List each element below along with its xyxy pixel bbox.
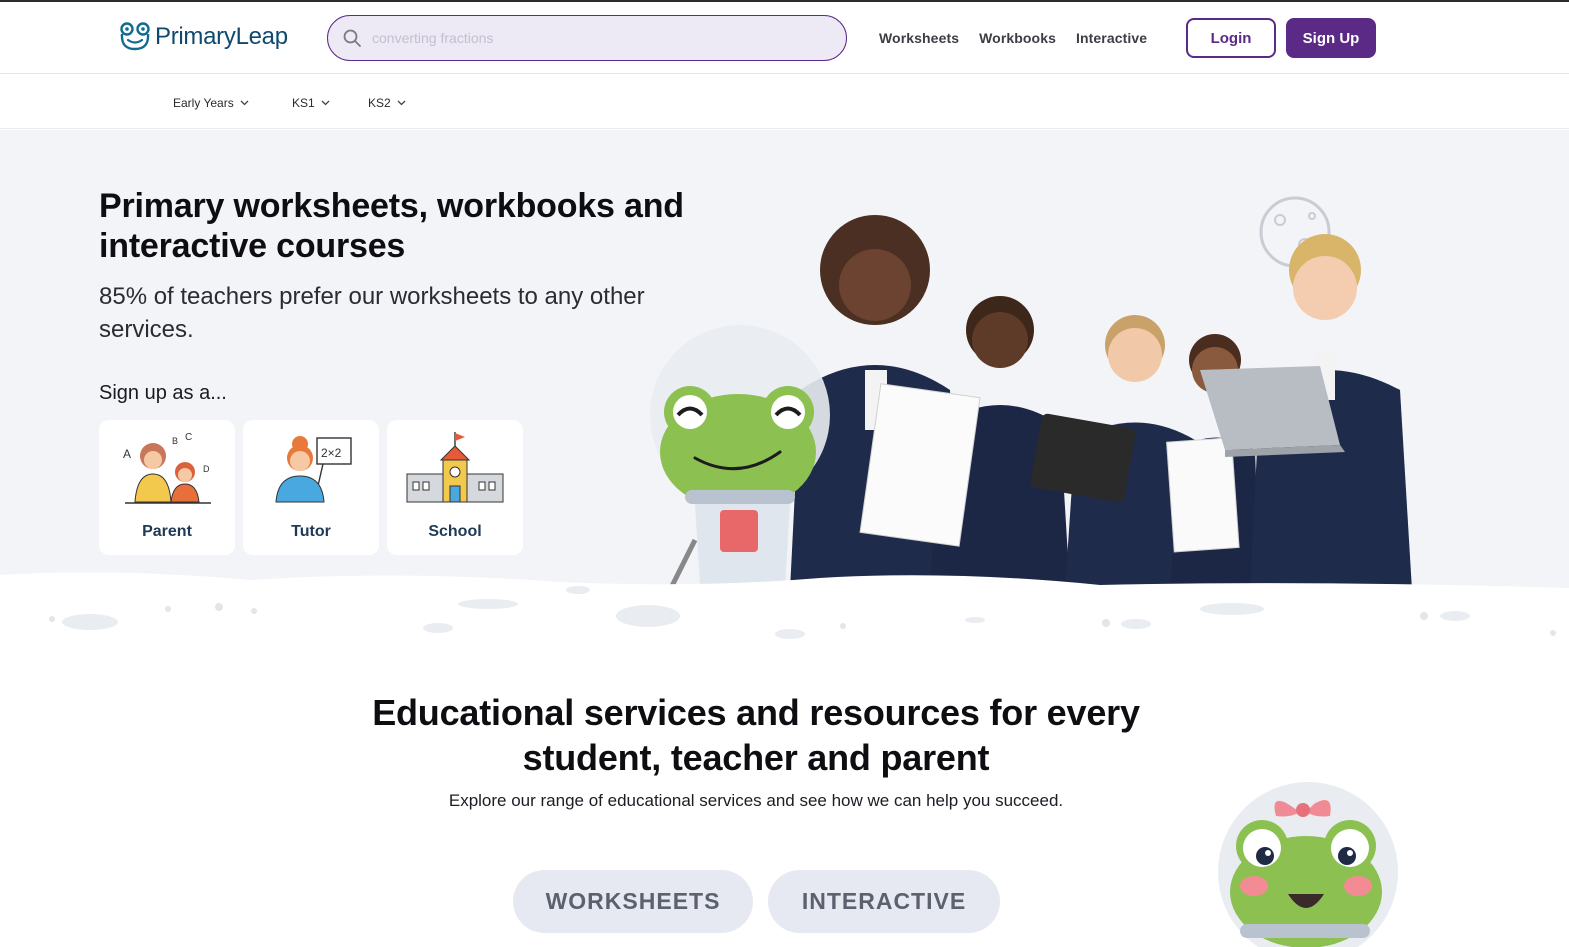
- signup-card-tutor[interactable]: 2×2 Tutor: [243, 420, 379, 555]
- subnav-label: KS2: [368, 96, 391, 110]
- tutor-icon: 2×2: [275, 436, 352, 503]
- subnav-label: Early Years: [173, 96, 234, 110]
- chevron-down-icon: [240, 100, 249, 106]
- svg-text:2×2: 2×2: [321, 446, 342, 460]
- site-header: PrimaryLeap Worksheets Workbooks Interac…: [0, 2, 1569, 74]
- signup-button[interactable]: Sign Up: [1286, 18, 1376, 58]
- svg-text:D: D: [203, 464, 210, 474]
- main-nav: Worksheets Workbooks Interactive: [879, 30, 1147, 46]
- chevron-down-icon: [321, 100, 330, 106]
- card-label: School: [428, 523, 482, 540]
- card-label: Parent: [142, 523, 192, 540]
- signup-card-parent[interactable]: A B C D Parent: [99, 420, 235, 555]
- hero-title: Primary worksheets, workbooks and intera…: [99, 187, 684, 265]
- svg-text:C: C: [185, 432, 192, 443]
- hero-subtitle: 85% of teachers prefer our worksheets to…: [99, 283, 645, 343]
- nav-worksheets[interactable]: Worksheets: [879, 30, 959, 46]
- subnav-early-years[interactable]: Early Years: [173, 96, 249, 110]
- login-button[interactable]: Login: [1186, 18, 1276, 58]
- subnav-ks1[interactable]: KS1: [292, 96, 330, 110]
- search-input[interactable]: [372, 30, 812, 46]
- svg-text:A: A: [123, 447, 131, 461]
- search-bar[interactable]: [327, 15, 847, 61]
- key-stage-nav: Early Years KS1 KS2: [0, 75, 1569, 129]
- school-icon: [406, 432, 504, 503]
- nav-workbooks[interactable]: Workbooks: [979, 30, 1056, 46]
- logo[interactable]: PrimaryLeap: [119, 22, 288, 52]
- services-title: Educational services and resources for e…: [372, 692, 1140, 778]
- card-label: Tutor: [291, 523, 331, 540]
- signup-card-school[interactable]: School: [387, 420, 523, 555]
- svg-text:B: B: [172, 436, 178, 446]
- signup-cards: A B C D Parent 2×2 Tutor School: [99, 420, 523, 555]
- subnav-ks2[interactable]: KS2: [368, 96, 406, 110]
- logo-text: PrimaryLeap: [155, 23, 288, 50]
- hero-section: Primary worksheets, workbooks and intera…: [0, 130, 1569, 650]
- moon-surface: [0, 572, 1569, 650]
- search-icon: [343, 29, 361, 47]
- worksheets-tab-button[interactable]: WORKSHEETS: [513, 870, 753, 933]
- interactive-tab-button[interactable]: INTERACTIVE: [768, 870, 1000, 933]
- chevron-down-icon: [397, 100, 406, 106]
- girl-frog-astronaut-icon: [1218, 782, 1398, 947]
- signup-prompt: Sign up as a...: [99, 382, 227, 404]
- nav-interactive[interactable]: Interactive: [1076, 30, 1147, 46]
- frog-logo-icon: [120, 22, 150, 51]
- students-photo: [650, 196, 1412, 590]
- services-subtitle: Explore our range of educational service…: [448, 791, 1064, 810]
- subnav-label: KS1: [292, 96, 315, 110]
- parent-icon: A B C D: [123, 432, 211, 504]
